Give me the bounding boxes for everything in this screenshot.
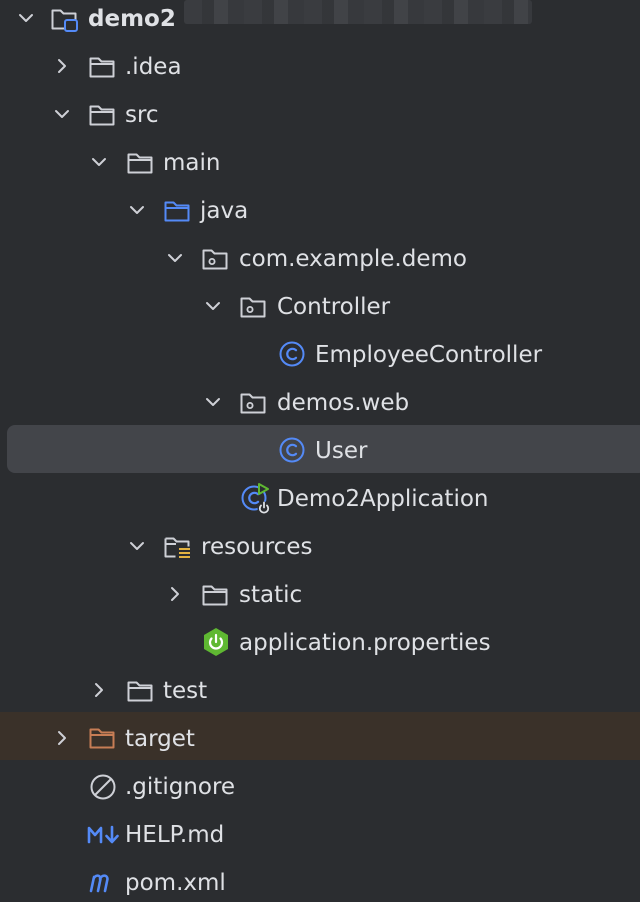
tree-row-test[interactable]: test xyxy=(0,666,640,714)
tree-row-gitignore[interactable]: .gitignore xyxy=(0,762,640,810)
class-icon xyxy=(278,340,306,368)
tree-row-pom-xml[interactable]: pom.xml xyxy=(0,858,640,902)
chevron-down-icon[interactable] xyxy=(127,536,147,556)
tree-row-static[interactable]: static xyxy=(0,570,640,618)
tree-item-label: .idea xyxy=(125,54,182,80)
chevron-down-icon[interactable] xyxy=(203,392,223,412)
tree-row-src[interactable]: src xyxy=(0,90,640,138)
package-icon xyxy=(201,246,229,272)
chevron-right-icon[interactable] xyxy=(52,728,72,748)
tree-row-main[interactable]: main xyxy=(0,138,640,186)
module-folder-icon xyxy=(51,9,78,32)
chevron-right-icon[interactable] xyxy=(89,680,109,700)
tree-row-idea[interactable]: .idea xyxy=(0,42,640,90)
chevron-down-icon[interactable] xyxy=(127,200,147,220)
package-icon xyxy=(239,294,267,320)
tree-row-target[interactable]: target xyxy=(0,712,640,760)
project-name: demo2 xyxy=(88,6,176,32)
tree-item-label: .gitignore xyxy=(125,774,236,800)
folder-icon xyxy=(88,54,116,80)
tree-item-label: com.example.demo xyxy=(239,246,467,272)
tree-row-help-md[interactable]: HELP.md xyxy=(0,810,640,858)
source-folder-icon xyxy=(163,198,191,224)
folder-icon xyxy=(126,150,154,176)
tree-item-label: java xyxy=(200,198,249,224)
tree-item-label: Controller xyxy=(277,294,391,320)
tree-item-label: resources xyxy=(201,534,313,560)
tree-item-label: EmployeeController xyxy=(315,342,543,368)
package-icon xyxy=(239,390,267,416)
tree-row-employee-controller[interactable]: EmployeeController xyxy=(0,330,640,378)
resources-folder-icon xyxy=(164,537,190,558)
tree-item-label: User xyxy=(315,438,368,464)
class-icon xyxy=(278,436,306,464)
tree-row-demos-web[interactable]: demos.web xyxy=(0,378,640,426)
tree-row-controller-package[interactable]: Controller xyxy=(0,282,640,330)
project-tree: demo2 .idea src main java com.example.de… xyxy=(0,0,640,902)
tree-item-label: pom.xml xyxy=(125,870,226,896)
tree-row-package[interactable]: com.example.demo xyxy=(0,234,640,282)
folder-icon xyxy=(88,102,116,128)
chevron-down-icon[interactable] xyxy=(89,152,109,172)
spring-properties-icon xyxy=(204,628,228,656)
chevron-down-icon[interactable] xyxy=(203,296,223,316)
tree-item-label: demos.web xyxy=(277,390,410,416)
chevron-right-icon[interactable] xyxy=(165,584,185,604)
tree-item-label: src xyxy=(125,102,159,128)
tree-item-label: static xyxy=(239,582,303,608)
tree-row-demo2[interactable]: demo2 xyxy=(0,0,640,42)
tree-row-java[interactable]: java xyxy=(0,186,640,234)
ignore-file-icon xyxy=(90,774,116,800)
folder-icon xyxy=(201,582,229,608)
maven-icon xyxy=(89,874,109,893)
tree-item-label: test xyxy=(163,678,208,704)
chevron-right-icon[interactable] xyxy=(52,56,72,76)
chevron-down-icon[interactable] xyxy=(52,104,72,124)
tree-item-label: target xyxy=(125,726,195,752)
tree-item-label: application.properties xyxy=(239,630,491,656)
tree-item-label: main xyxy=(163,150,221,176)
tree-item-label: Demo2Application xyxy=(277,486,489,512)
tree-item-label: HELP.md xyxy=(125,822,225,848)
tree-row-demo2-application[interactable]: Demo2Application xyxy=(0,474,640,522)
chevron-down-icon[interactable] xyxy=(165,248,185,268)
tree-row-user-selected[interactable]: User xyxy=(7,425,640,473)
redacted-path xyxy=(184,0,532,24)
tree-row-resources[interactable]: resources xyxy=(0,522,640,570)
excluded-folder-icon xyxy=(88,725,116,751)
tree-row-application-properties[interactable]: application.properties xyxy=(0,618,640,666)
folder-icon xyxy=(126,678,154,704)
spring-boot-app-icon xyxy=(241,483,271,514)
chevron-down-icon[interactable] xyxy=(16,8,36,28)
markdown-icon xyxy=(87,825,119,844)
